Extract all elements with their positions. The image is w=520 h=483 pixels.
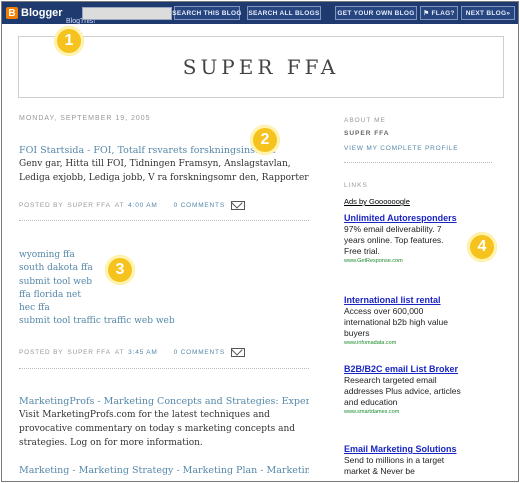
post-time-link[interactable]: 4:00 AM — [128, 202, 157, 209]
search-all-blogs-button[interactable]: SEARCH ALL BLOGS — [247, 6, 321, 20]
ad-unit: Email Marketing Solutions Send to millio… — [344, 444, 462, 477]
blogger-logo-icon: B — [6, 7, 18, 19]
search-this-blog-button[interactable]: SEARCH THIS BLOG — [172, 6, 241, 20]
ad-title-link[interactable]: Email Marketing Solutions — [344, 444, 462, 455]
ad-url[interactable]: www.smartdames.com — [344, 408, 462, 417]
ad-unit: Unlimited Autoresponders 97% email deliv… — [344, 213, 462, 266]
ad-url[interactable]: www.infomadata.com — [344, 339, 462, 348]
link-ffa-florida-net[interactable]: ffa florida net — [19, 289, 309, 302]
callout-badge-4: 4 — [467, 232, 497, 262]
links-heading: LINKS — [344, 182, 368, 189]
post-2: wyoming ffa south dakota ffa submit tool… — [19, 249, 309, 329]
link-submit-tool-web[interactable]: submit tool web — [19, 276, 309, 289]
link-south-dakota-ffa[interactable]: south dakota ffa — [19, 262, 309, 275]
blogger-logo[interactable]: B Blogger — [6, 5, 63, 21]
post-4-title[interactable]: Marketing - Marketing Strategy - Marketi… — [19, 464, 309, 477]
post-3-body: Visit MarketingProfs.com for the latest … — [19, 410, 295, 448]
comments-link[interactable]: 0 COMMENTS — [174, 202, 225, 209]
view-profile-link[interactable]: VIEW MY COMPLETE PROFILE — [344, 145, 458, 152]
get-your-own-blog-button[interactable]: GET YOUR OWN BLOG — [335, 6, 417, 20]
ad-unit: International list rental Access over 60… — [344, 295, 462, 348]
ad-title-link[interactable]: B2B/B2C email List Broker — [344, 364, 462, 375]
blogger-logo-text: Blogger — [21, 7, 63, 19]
post-author: SUPER FFA — [67, 202, 111, 209]
profile-name: SUPER FFA — [344, 130, 390, 137]
email-post-icon[interactable] — [230, 201, 245, 210]
post-divider — [19, 368, 309, 369]
page-frame: B Blogger BlogThis! SEARCH THIS BLOG SEA… — [1, 1, 519, 482]
navbar-search-input[interactable] — [82, 7, 172, 20]
post-4: Marketing - Marketing Strategy - Marketi… — [19, 464, 309, 477]
callout-badge-2: 2 — [250, 125, 280, 155]
ad-title-link[interactable]: Unlimited Autoresponders — [344, 213, 462, 224]
blog-title[interactable]: SUPER FFA — [19, 55, 503, 79]
email-post-icon[interactable] — [230, 348, 245, 357]
ad-text: 97% email deliverability. 7 years online… — [344, 224, 444, 256]
post-3-title[interactable]: MarketingProfs - Marketing Concepts and … — [19, 395, 309, 408]
callout-badge-1: 1 — [54, 26, 84, 56]
link-submit-tool-traffic[interactable]: submit tool traffic traffic web web — [19, 315, 309, 328]
ad-text: Access over 600,000 international b2b hi… — [344, 306, 448, 338]
ad-text: Send to millions in a target market & Ne… — [344, 455, 445, 476]
at-label: AT — [114, 349, 125, 356]
at-label: AT — [114, 202, 125, 209]
post-3: MarketingProfs - Marketing Concepts and … — [19, 395, 309, 450]
flag-button[interactable]: ⚑ FLAG? — [420, 6, 458, 20]
ad-title-link[interactable]: International list rental — [344, 295, 462, 306]
blogger-navbar: B Blogger BlogThis! SEARCH THIS BLOG SEA… — [2, 2, 518, 25]
posted-by-label: POSTED BY — [19, 202, 64, 209]
ads-by-google-link[interactable]: Ads by Goooooogle — [344, 197, 410, 206]
ad-text: Research targeted email addresses Plus a… — [344, 375, 461, 407]
ad-url[interactable]: www.GetResponse.com — [344, 257, 462, 266]
post-time-link[interactable]: 3:45 AM — [128, 349, 157, 356]
post-date: MONDAY, SEPTEMBER 19, 2005 — [19, 115, 151, 122]
blog-header: SUPER FFA — [18, 36, 504, 98]
post-divider — [19, 220, 309, 221]
post-1-body: Genv gar, Hitta till FOI, Tidningen Fram… — [19, 159, 309, 183]
next-blog-button[interactable]: NEXT BLOG» — [461, 6, 515, 20]
link-wyoming-ffa[interactable]: wyoming ffa — [19, 249, 309, 262]
posted-by-label: POSTED BY — [19, 349, 64, 356]
post-2-footer: POSTED BY SUPER FFA AT 3:45 AM 0 COMMENT… — [19, 348, 245, 357]
about-me-heading: ABOUT ME — [344, 117, 386, 124]
post-author: SUPER FFA — [67, 349, 111, 356]
link-hec-ffa[interactable]: hec ffa — [19, 302, 309, 315]
sidebar-divider — [344, 162, 492, 163]
post-1-footer: POSTED BY SUPER FFA AT 4:00 AM 0 COMMENT… — [19, 201, 245, 210]
ad-unit: B2B/B2C email List Broker Research targe… — [344, 364, 462, 417]
comments-link[interactable]: 0 COMMENTS — [174, 349, 225, 356]
callout-badge-3: 3 — [105, 255, 135, 285]
